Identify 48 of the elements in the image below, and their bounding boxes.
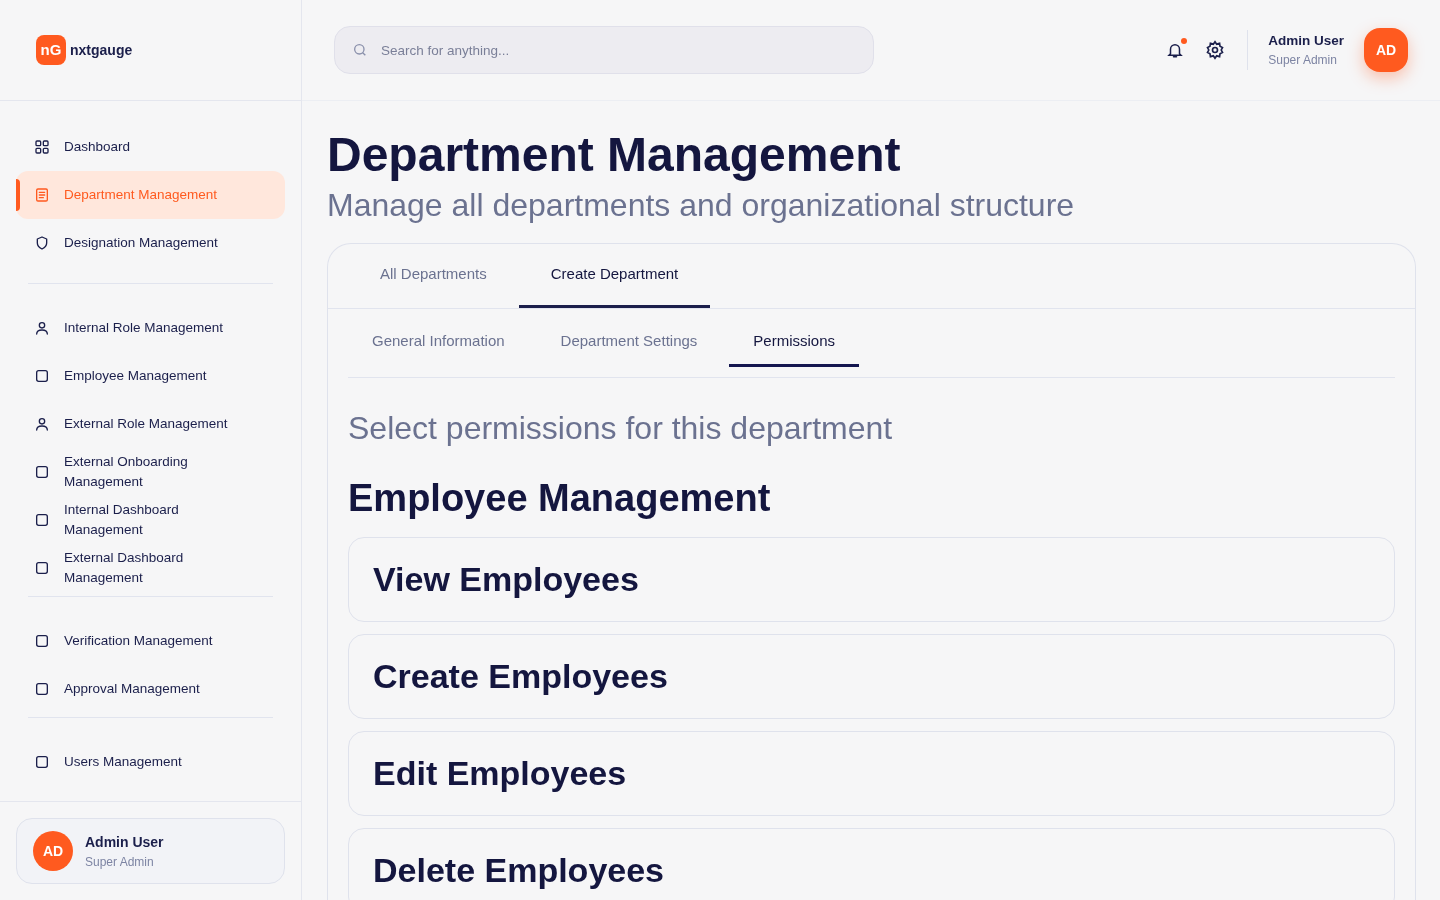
- logo-mark: nG: [36, 35, 66, 65]
- user-name: Admin User: [85, 832, 164, 852]
- user-role: Super Admin: [85, 853, 155, 871]
- bell-icon: [1166, 41, 1185, 59]
- square-icon: [34, 464, 50, 480]
- page-subtitle: Manage all departments and organizational structure: [327, 186, 1076, 225]
- subtab[interactable]: Permissions: [729, 305, 859, 367]
- document-icon: [34, 187, 50, 203]
- sidebar-item[interactable]: Approval Management: [16, 665, 285, 713]
- square-icon: [34, 633, 50, 649]
- square-icon: [34, 368, 50, 384]
- square-icon: [34, 512, 50, 528]
- user-card[interactable]: AD Admin User Super Admin: [16, 818, 285, 884]
- square-icon: [34, 754, 50, 770]
- permission-option[interactable]: Delete Employees: [348, 828, 1395, 900]
- page-title: Department Management: [327, 127, 902, 183]
- sidebar-item[interactable]: External Role Management: [16, 400, 285, 448]
- shield-icon: [34, 235, 50, 251]
- square-icon: [34, 560, 50, 576]
- subtab[interactable]: Department Settings: [536, 305, 722, 367]
- sidebar-item[interactable]: External Onboarding Management: [16, 448, 285, 496]
- permission-option[interactable]: View Employees: [348, 537, 1395, 622]
- settings-icon: [1205, 40, 1226, 60]
- sidebar-item[interactable]: Verification Management: [16, 617, 285, 665]
- tab[interactable]: All Departments: [348, 244, 519, 308]
- sidebar-item[interactable]: Designation Management: [16, 219, 285, 267]
- sidebar-item[interactable]: Dashboard: [16, 123, 285, 171]
- square-icon: [34, 681, 50, 697]
- user-icon: [34, 416, 50, 432]
- sidebar-item[interactable]: Internal Dashboard Management: [16, 496, 285, 544]
- sidebar-item[interactable]: Users Management: [16, 738, 285, 786]
- section-heading: Employee Management: [348, 476, 772, 521]
- permission-option[interactable]: Edit Employees: [348, 731, 1395, 816]
- user-avatar: AD: [33, 831, 73, 871]
- brand-name: nxtgauge: [70, 40, 133, 60]
- tab[interactable]: Create Department: [518, 244, 711, 308]
- grid-icon: [34, 139, 50, 155]
- subtab[interactable]: General Information: [348, 305, 529, 367]
- sidebar-item[interactable]: External Dashboard Management: [16, 544, 285, 592]
- sidebar-item[interactable]: Employee Management: [16, 352, 285, 400]
- permission-option[interactable]: Create Employees: [348, 634, 1395, 719]
- sidebar-item[interactable]: Internal Role Management: [16, 304, 285, 352]
- user-role: Super Admin: [1268, 52, 1338, 70]
- user-icon: [34, 320, 50, 336]
- search-field[interactable]: Search for anything...: [334, 26, 874, 74]
- user-name: Admin User: [1268, 31, 1344, 50]
- search-icon: [352, 42, 368, 58]
- permissions-prompt: Select permissions for this department: [348, 409, 894, 448]
